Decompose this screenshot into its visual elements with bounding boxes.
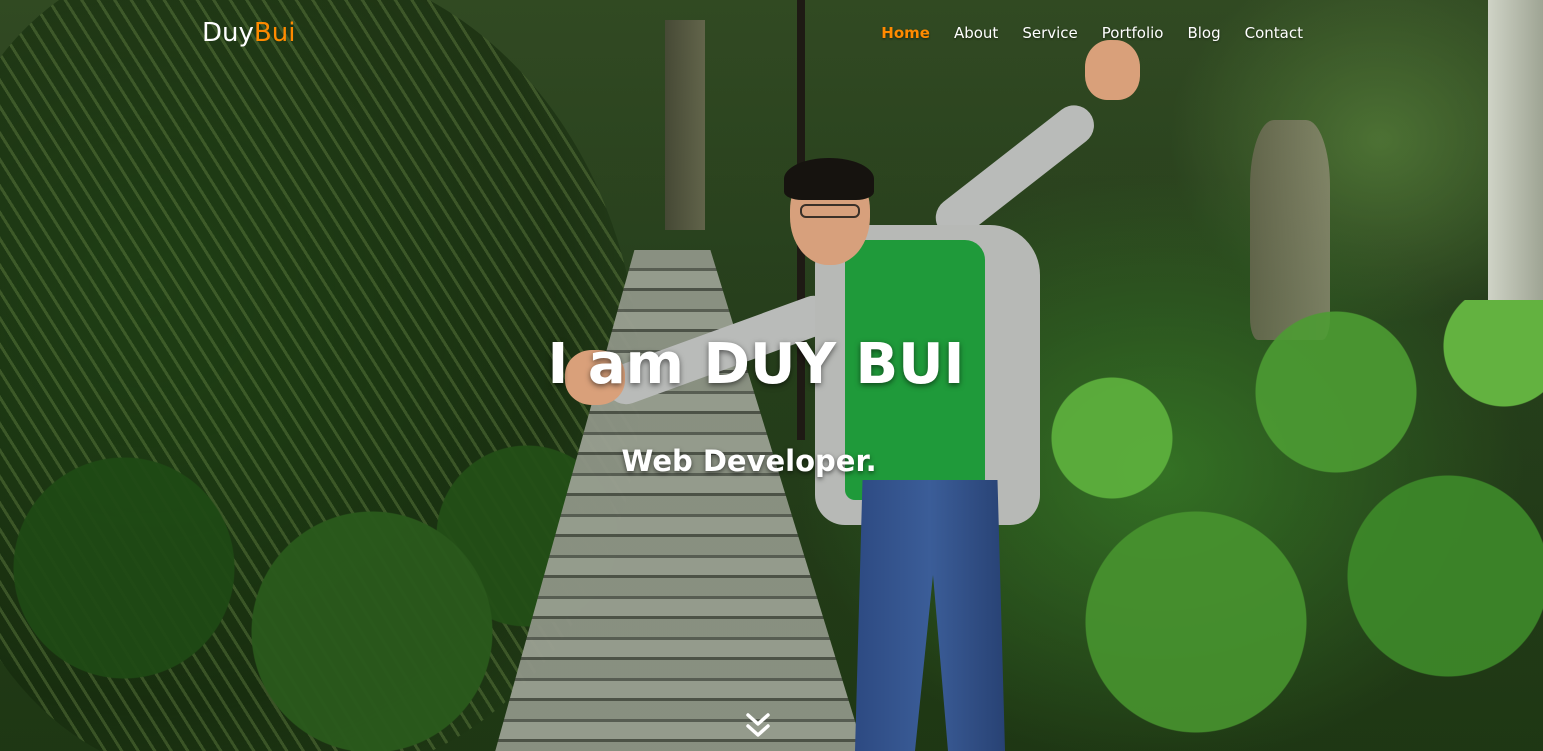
hero-headline: I am DUY BUI [547,332,965,397]
nav-item-blog: Blog [1187,22,1220,44]
brand-prefix: Duy [202,18,254,48]
nav-link-blog[interactable]: Blog [1187,24,1220,42]
nav-item-contact: Contact [1245,22,1303,44]
hero-subheadline: Web Developer. [621,444,877,478]
hero-section: DuyBui Home About Service Portfolio Blog… [0,0,1543,751]
brand-logo[interactable]: DuyBui [202,17,295,49]
person-jeans [855,480,1005,751]
nav-link-contact[interactable]: Contact [1245,24,1303,42]
nav-item-about: About [954,22,998,44]
nav-item-portfolio: Portfolio [1102,22,1164,44]
brand-suffix: Bui [253,18,296,48]
person-arm [927,97,1103,246]
nav-link-about[interactable]: About [954,24,998,42]
nav-item-service: Service [1022,22,1077,44]
nav-link-portfolio[interactable]: Portfolio [1102,24,1164,42]
double-chevron-down-icon [746,713,770,737]
nav-link-service[interactable]: Service [1022,24,1077,42]
scroll-down-button[interactable] [744,712,772,740]
navbar: DuyBui Home About Service Portfolio Blog… [0,0,1543,68]
nav-link-home[interactable]: Home [881,24,930,42]
nav-item-home: Home [881,22,930,44]
nav-menu: Home About Service Portfolio Blog Contac… [881,22,1303,44]
person-glasses [800,204,860,218]
